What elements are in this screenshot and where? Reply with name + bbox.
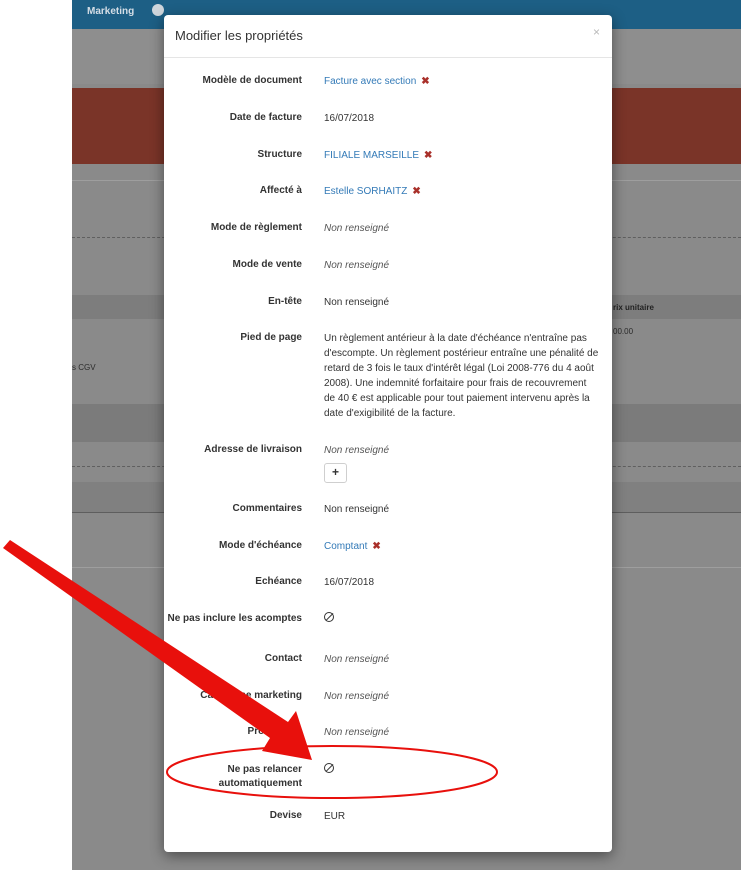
field-label: Date de facture [229, 112, 302, 123]
remove-icon[interactable]: ✖ [412, 186, 420, 197]
field-label: Affecté à [259, 185, 302, 196]
field-label: Ne pas inclure les acomptes [167, 613, 302, 624]
field-value[interactable]: 16/07/2018 [324, 111, 602, 126]
price-cell: 00.00 [613, 327, 634, 336]
field-value[interactable]: 16/07/2018 [324, 575, 602, 590]
field-value [324, 612, 602, 627]
modal-title: Modifier les propriétés [175, 28, 303, 43]
field-value[interactable]: Non renseigné [324, 258, 602, 273]
field-label: Campagne marketing [200, 690, 302, 701]
field-value[interactable]: Non renseigné [324, 502, 602, 517]
field-label: Adresse de livraison [204, 444, 302, 455]
field-value[interactable]: Un règlement antérieur à la date d'échéa… [324, 331, 600, 421]
add-address-button[interactable]: + [324, 463, 347, 483]
properties-modal: Modifier les propriétés × Modèle de docu… [164, 15, 612, 852]
field-value[interactable]: EUR [324, 809, 602, 824]
field-value: Estelle SORHAITZ ✖ [324, 184, 602, 199]
field-value: Facture avec section ✖ [324, 74, 602, 89]
field-label: Structure [257, 149, 302, 160]
field-label: En-tête [268, 296, 302, 307]
field-value: FILIALE MARSEILLE ✖ [324, 148, 602, 163]
no-symbol-icon[interactable] [324, 763, 334, 773]
assignee-link[interactable]: Estelle SORHAITZ [324, 186, 407, 197]
field-label: Commentaires [232, 503, 302, 514]
remove-icon[interactable]: ✖ [372, 541, 380, 552]
field-label: Echéance [255, 576, 302, 587]
field-label: Mode de règlement [210, 222, 302, 233]
cgv-cell: s CGV [72, 363, 96, 372]
field-value[interactable]: Non renseigné [324, 725, 602, 740]
structure-link[interactable]: FILIALE MARSEILLE [324, 150, 419, 161]
field-label: Devise [269, 810, 302, 821]
field-label: Mode d'échéance [219, 540, 302, 551]
close-icon[interactable]: × [593, 25, 600, 39]
field-label: Contact [264, 653, 302, 664]
field-label: Pied de page [240, 332, 302, 343]
no-symbol-icon[interactable] [324, 612, 334, 622]
field-value[interactable]: Non renseigné [324, 652, 602, 667]
field-value [324, 763, 602, 778]
field-label: Modèle de document [202, 75, 302, 86]
remove-icon[interactable]: ✖ [421, 76, 429, 87]
field-label: Prospectus [247, 726, 302, 737]
field-value: Comptant ✖ [324, 539, 602, 554]
field-label: Ne pas relancer automatiquement [218, 764, 302, 789]
document-model-link[interactable]: Facture avec section [324, 76, 416, 87]
field-value[interactable]: Non renseigné [324, 221, 602, 236]
field-value[interactable]: Non renseigné [324, 443, 602, 458]
due-mode-link[interactable]: Comptant [324, 541, 367, 552]
table-header-unit-price: rix unitaire [613, 303, 654, 312]
field-value[interactable]: Non renseigné [324, 295, 602, 310]
page-margin [0, 0, 72, 870]
dashboard-icon[interactable] [152, 4, 164, 16]
field-label: Mode de vente [232, 259, 302, 270]
remove-icon[interactable]: ✖ [424, 150, 432, 161]
nav-item-marketing[interactable]: Marketing [87, 6, 134, 17]
modal-header: Modifier les propriétés × [164, 15, 612, 58]
field-value[interactable]: Non renseigné [324, 689, 602, 704]
